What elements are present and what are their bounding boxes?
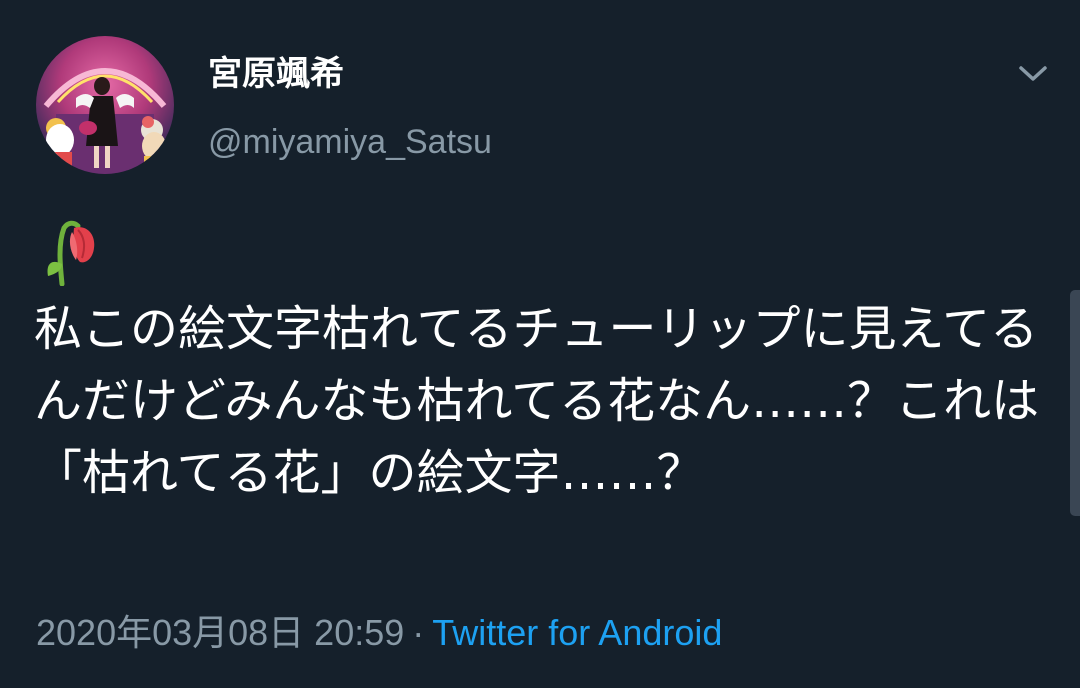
meta-separator: · [412,612,425,653]
avatar[interactable] [36,36,174,174]
display-name[interactable]: 宮原颯希 [208,50,344,98]
wilted-flower-icon [38,214,100,287]
chevron-down-icon[interactable] [1010,54,1056,94]
tweet-card: 宮原颯希 @miyamiya_Satsu 私この絵文字枯れてるチューリップに見え… [0,0,1080,688]
user-handle[interactable]: @miyamiya_Satsu [208,118,492,166]
tweet-meta: 2020年03月08日 20:59 · Twitter for Android [36,608,722,658]
scrollbar[interactable] [1070,290,1080,516]
source-link[interactable]: Twitter for Android [432,612,722,653]
timestamp: 2020年03月08日 20:59 [36,612,405,653]
tweet-text: 私この絵文字枯れてるチューリップに見えてるんだけどみんなも枯れてる花なん……？こ… [34,301,1040,501]
